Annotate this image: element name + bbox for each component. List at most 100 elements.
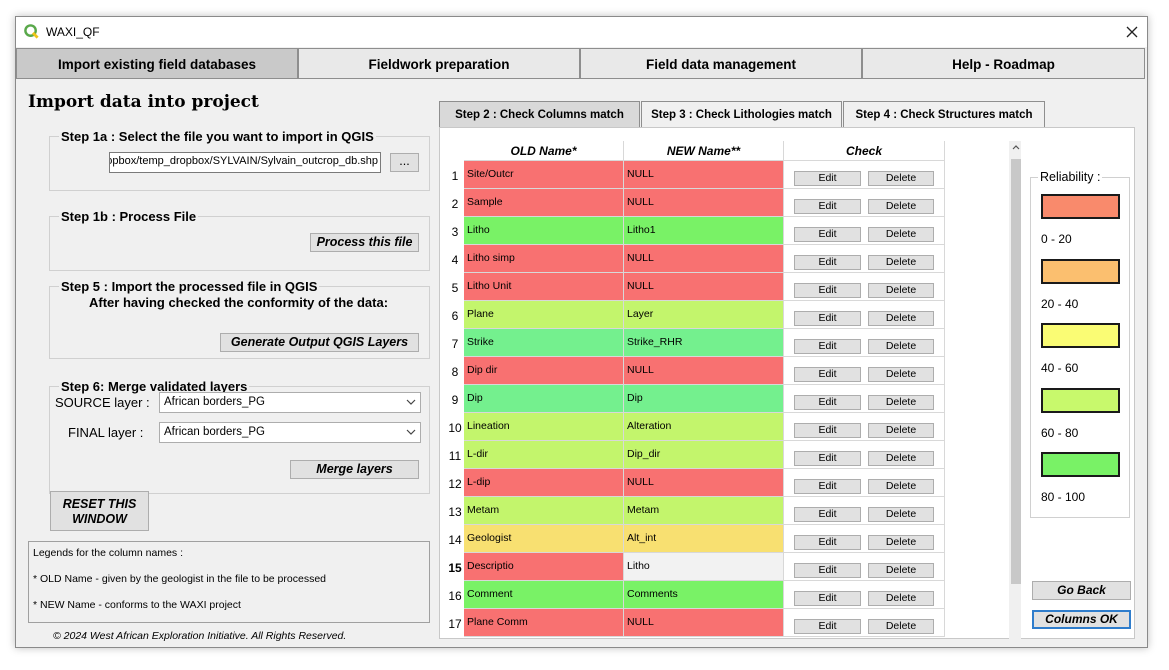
columns-ok-button[interactable]: Columns OK: [1032, 610, 1131, 629]
close-button[interactable]: [1117, 17, 1147, 47]
edit-button[interactable]: Edit: [794, 451, 861, 466]
tab-check-structures[interactable]: Step 4 : Check Structures match: [843, 101, 1045, 128]
delete-button[interactable]: Delete: [868, 479, 934, 494]
new-name-cell[interactable]: NULL: [624, 245, 784, 273]
old-name-cell[interactable]: Litho: [464, 217, 624, 245]
step6-group: Step 6: Merge validated layers SOURCE la…: [49, 379, 430, 494]
tab-check-lithologies[interactable]: Step 3 : Check Lithologies match: [641, 101, 842, 128]
old-name-cell[interactable]: Strike: [464, 329, 624, 357]
tab-field-data-management[interactable]: Field data management: [580, 48, 862, 79]
edit-button[interactable]: Edit: [794, 283, 861, 298]
old-name-cell[interactable]: Sample: [464, 189, 624, 217]
old-name-cell[interactable]: Plane Comm: [464, 609, 624, 637]
edit-button[interactable]: Edit: [794, 619, 861, 634]
delete-button[interactable]: Delete: [868, 535, 934, 550]
old-name-cell[interactable]: Dip: [464, 385, 624, 413]
edit-button[interactable]: Edit: [794, 479, 861, 494]
edit-button[interactable]: Edit: [794, 339, 861, 354]
row-number: 3: [451, 225, 459, 239]
go-back-button[interactable]: Go Back: [1032, 581, 1131, 600]
row-number: 5: [451, 281, 459, 295]
new-name-cell[interactable]: NULL: [624, 609, 784, 637]
source-layer-select[interactable]: African borders_PG: [159, 392, 421, 413]
new-name-cell[interactable]: Layer: [624, 301, 784, 329]
step5-instruction: After having checked the conformity of t…: [89, 295, 389, 310]
new-name-cell[interactable]: Alteration: [624, 413, 784, 441]
edit-button[interactable]: Edit: [794, 171, 861, 186]
edit-button[interactable]: Edit: [794, 255, 861, 270]
new-name-cell[interactable]: Comments: [624, 581, 784, 609]
delete-button[interactable]: Delete: [868, 255, 934, 270]
edit-button[interactable]: Edit: [794, 591, 861, 606]
new-name-cell[interactable]: NULL: [624, 469, 784, 497]
new-name-cell[interactable]: Dip: [624, 385, 784, 413]
merge-layers-button[interactable]: Merge layers: [290, 460, 419, 479]
final-layer-select[interactable]: African borders_PG: [159, 422, 421, 443]
old-name-cell[interactable]: Metam: [464, 497, 624, 525]
delete-button[interactable]: Delete: [868, 451, 934, 466]
edit-button[interactable]: Edit: [794, 199, 861, 214]
delete-button[interactable]: Delete: [868, 367, 934, 382]
delete-button[interactable]: Delete: [868, 591, 934, 606]
new-name-cell[interactable]: Metam: [624, 497, 784, 525]
scrollbar-thumb[interactable]: [1011, 159, 1021, 584]
new-name-cell[interactable]: Dip_dir: [624, 441, 784, 469]
edit-button[interactable]: Edit: [794, 507, 861, 522]
new-name-cell[interactable]: Strike_RHR: [624, 329, 784, 357]
old-name-cell[interactable]: Litho Unit: [464, 273, 624, 301]
edit-button[interactable]: Edit: [794, 227, 861, 242]
old-name-cell[interactable]: L-dip: [464, 469, 624, 497]
delete-button[interactable]: Delete: [868, 507, 934, 522]
table-row: 14 Geologist Alt_int Edit Delete: [446, 525, 1021, 553]
reliability-swatch: [1041, 452, 1120, 477]
old-name-cell[interactable]: Descriptio: [464, 553, 624, 581]
tab-help-roadmap[interactable]: Help - Roadmap: [862, 48, 1145, 79]
edit-button[interactable]: Edit: [794, 563, 861, 578]
old-name-cell[interactable]: Site/Outcr: [464, 161, 624, 189]
new-name-cell[interactable]: NULL: [624, 189, 784, 217]
old-name-cell[interactable]: Plane: [464, 301, 624, 329]
check-cell: Edit Delete: [784, 413, 945, 441]
old-name-cell[interactable]: L-dir: [464, 441, 624, 469]
table-scrollbar[interactable]: [1009, 141, 1021, 641]
new-name-cell[interactable]: Litho1: [624, 217, 784, 245]
process-file-button[interactable]: Process this file: [310, 233, 419, 252]
step1b-title: Step 1b : Process File: [59, 209, 199, 224]
file-path-input[interactable]: opbox/temp_dropbox/SYLVAIN/Sylvain_outcr…: [109, 152, 381, 173]
delete-button[interactable]: Delete: [868, 311, 934, 326]
edit-button[interactable]: Edit: [794, 535, 861, 550]
old-name-cell[interactable]: Lineation: [464, 413, 624, 441]
delete-button[interactable]: Delete: [868, 171, 934, 186]
browse-button[interactable]: ...: [390, 153, 419, 172]
delete-button[interactable]: Delete: [868, 339, 934, 354]
new-name-cell[interactable]: Alt_int: [624, 525, 784, 553]
generate-output-button[interactable]: Generate Output QGIS Layers: [220, 333, 419, 352]
edit-button[interactable]: Edit: [794, 311, 861, 326]
delete-button[interactable]: Delete: [868, 563, 934, 578]
delete-button[interactable]: Delete: [868, 619, 934, 634]
row-number: 14: [448, 533, 462, 547]
delete-button[interactable]: Delete: [868, 227, 934, 242]
old-name-cell[interactable]: Dip dir: [464, 357, 624, 385]
new-name-cell[interactable]: NULL: [624, 357, 784, 385]
check-cell: Edit Delete: [784, 609, 945, 637]
delete-button[interactable]: Delete: [868, 395, 934, 410]
tab-fieldwork-preparation[interactable]: Fieldwork preparation: [298, 48, 580, 79]
edit-button[interactable]: Edit: [794, 367, 861, 382]
edit-button[interactable]: Edit: [794, 423, 861, 438]
delete-button[interactable]: Delete: [868, 423, 934, 438]
delete-button[interactable]: Delete: [868, 283, 934, 298]
new-name-cell[interactable]: NULL: [624, 161, 784, 189]
edit-button[interactable]: Edit: [794, 395, 861, 410]
old-name-cell[interactable]: Geologist: [464, 525, 624, 553]
old-name-cell[interactable]: Comment: [464, 581, 624, 609]
reset-window-button[interactable]: RESET THIS WINDOW: [50, 491, 149, 531]
tab-check-columns[interactable]: Step 2 : Check Columns match: [439, 101, 640, 128]
scroll-up-icon[interactable]: [1012, 144, 1020, 150]
new-name-cell[interactable]: Litho: [624, 553, 784, 581]
tab-import-existing[interactable]: Import existing field databases: [16, 48, 298, 79]
old-name-cell[interactable]: Litho simp: [464, 245, 624, 273]
new-name-cell[interactable]: NULL: [624, 273, 784, 301]
delete-button[interactable]: Delete: [868, 199, 934, 214]
step1a-title: Step 1a : Select the file you want to im…: [59, 129, 376, 144]
